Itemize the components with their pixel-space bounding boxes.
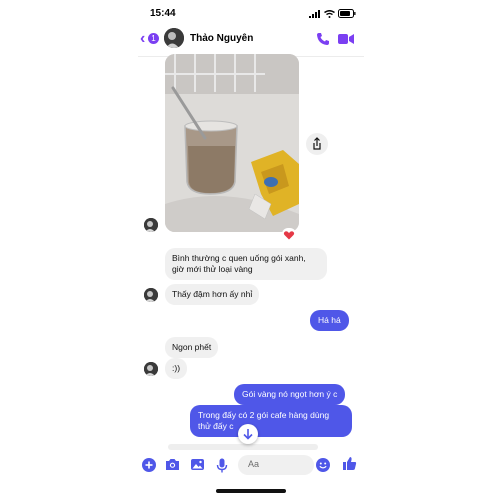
back-arrow-icon[interactable]: ‹ bbox=[140, 31, 145, 47]
sender-avatar[interactable] bbox=[144, 362, 158, 376]
camera-icon[interactable] bbox=[165, 458, 180, 471]
microphone-icon[interactable] bbox=[216, 458, 228, 473]
wifi-icon bbox=[324, 9, 335, 18]
outgoing-message[interactable]: Há há bbox=[310, 310, 349, 331]
contact-avatar[interactable] bbox=[164, 28, 184, 48]
plus-icon[interactable] bbox=[142, 458, 156, 472]
signal-icon bbox=[309, 9, 320, 18]
status-icons bbox=[309, 9, 356, 18]
reaction[interactable] bbox=[282, 228, 296, 240]
outgoing-message[interactable]: Gói vàng nó ngọt hơn ý c bbox=[234, 384, 346, 405]
phone-icon[interactable] bbox=[316, 32, 330, 46]
incoming-message[interactable]: :)) bbox=[165, 358, 188, 379]
incoming-message[interactable]: Ngon phết bbox=[165, 337, 219, 358]
typing-preview bbox=[168, 444, 318, 450]
status-time: 15:44 bbox=[150, 8, 176, 19]
share-icon bbox=[313, 137, 321, 150]
home-indicator bbox=[216, 489, 286, 493]
photo-message[interactable] bbox=[165, 54, 299, 232]
video-camera-icon[interactable] bbox=[338, 33, 354, 45]
scroll-to-bottom-button[interactable] bbox=[238, 424, 258, 444]
outgoing-message[interactable]: Trong đấy có 2 gói cafe hàng dùng thử đấ… bbox=[190, 405, 352, 437]
chat-header: ‹ 1 Thảo Nguyên bbox=[138, 24, 364, 57]
battery-icon bbox=[338, 9, 356, 18]
arrow-down-icon bbox=[243, 429, 253, 440]
thumbs-up-icon[interactable] bbox=[342, 456, 357, 471]
sender-avatar[interactable] bbox=[144, 288, 158, 302]
message-input[interactable]: Aa bbox=[238, 455, 314, 475]
emoji-icon[interactable] bbox=[316, 458, 330, 472]
photo-icon[interactable] bbox=[190, 458, 205, 471]
unread-badge: 1 bbox=[148, 33, 159, 44]
heart-icon bbox=[283, 231, 295, 240]
message-input-placeholder: Aa bbox=[248, 459, 260, 469]
sender-avatar[interactable] bbox=[144, 218, 158, 232]
incoming-message[interactable]: Bình thường c quen uống gói xanh, giờ mớ… bbox=[165, 248, 327, 280]
contact-name[interactable]: Thảo Nguyên bbox=[190, 33, 253, 44]
incoming-message[interactable]: Thấy đậm hơn ấy nhỉ bbox=[165, 284, 260, 305]
share-button[interactable] bbox=[306, 133, 328, 155]
messenger-screen: 15:44 ‹ 1 Thảo Nguyên Bình thường c quen… bbox=[138, 0, 364, 499]
